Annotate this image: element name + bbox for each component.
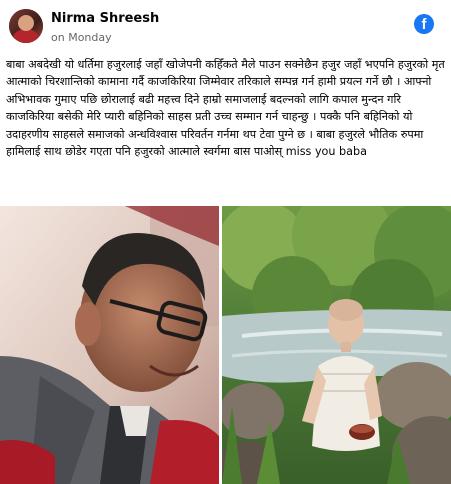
facebook-icon: f (414, 14, 434, 34)
avatar-body (13, 29, 39, 43)
photo-daughter-illustration (222, 206, 451, 484)
avatar-face (18, 15, 34, 31)
author-name[interactable]: Nirma Shreesh (51, 11, 159, 26)
photo-grid (0, 206, 451, 484)
photo-father[interactable] (0, 206, 219, 484)
post-timestamp[interactable]: on Monday (51, 31, 112, 44)
photo-father-illustration (0, 206, 219, 484)
post-header: Nirma Shreesh on Monday f (0, 0, 451, 56)
photo-daughter[interactable] (222, 206, 451, 484)
post-body-text: बाबा अबदेखी यो धर्तिमा हजुरलाई जहाँ खोजे… (6, 58, 448, 159)
avatar[interactable] (9, 9, 43, 43)
